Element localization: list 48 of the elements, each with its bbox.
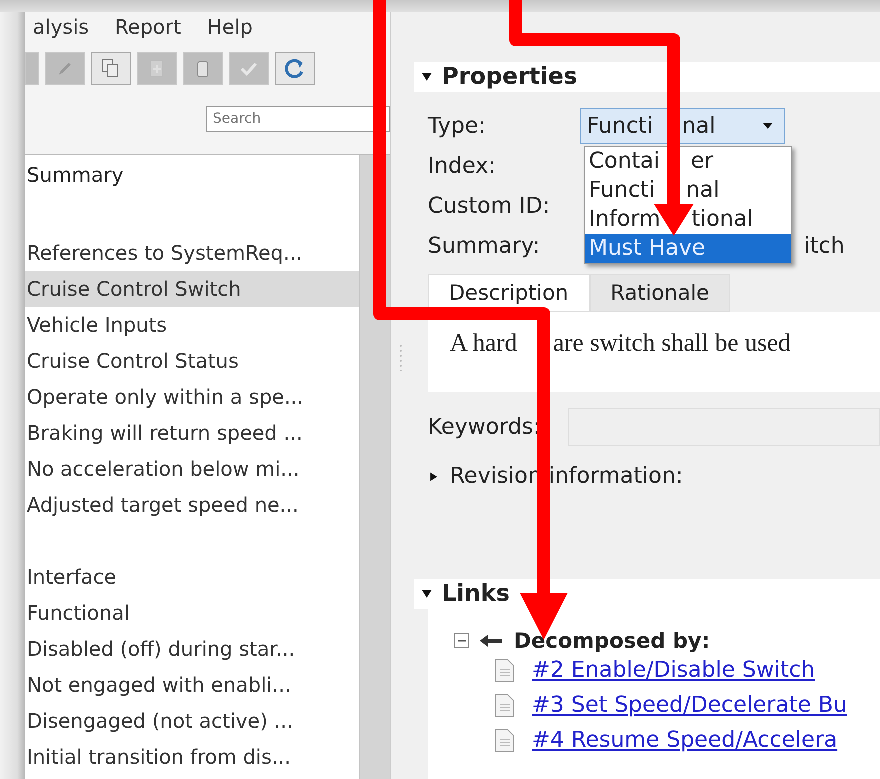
list-item[interactable]: Adjusted target speed ne...	[25, 487, 359, 523]
field-label: Summary:	[428, 234, 542, 258]
field-label: Custom ID:	[428, 194, 552, 218]
document-icon	[494, 658, 516, 684]
list-item[interactable]: Vehicle Inputs	[25, 307, 359, 343]
tab[interactable]: Description	[428, 274, 590, 312]
properties-header[interactable]: Properties	[414, 62, 880, 92]
refresh-tool-button[interactable]	[275, 52, 315, 85]
field-label: Index:	[428, 154, 497, 178]
document-icon	[494, 728, 516, 754]
dropdown-option[interactable]: Inform tional	[585, 205, 791, 234]
expand-triangle-icon	[428, 470, 440, 482]
summary-value: itch	[804, 234, 845, 258]
field-label: Type:	[428, 114, 487, 138]
list-item[interactable]: Functional	[25, 595, 359, 631]
list-item[interactable]: Not engaged with enabli...	[25, 667, 359, 703]
type-dropdown[interactable]: Functi nal	[580, 108, 785, 144]
menu-item[interactable]: alysis	[33, 15, 90, 39]
menu-item[interactable]: Report	[115, 15, 182, 39]
search-field[interactable]: Search	[206, 106, 390, 132]
dropdown-option[interactable]: Must Have	[585, 234, 791, 263]
list-item[interactable]: Interface	[25, 559, 359, 595]
list-item[interactable]: Braking will return speed ...	[25, 415, 359, 451]
dropdown-caret-icon	[762, 122, 774, 130]
list-item[interactable]: No acceleration below mi...	[25, 451, 359, 487]
dropdown-option[interactable]: Functi nal	[585, 176, 791, 205]
tab[interactable]: Rationale	[590, 274, 730, 312]
collapse-box-icon[interactable]	[454, 633, 470, 649]
requirement-link[interactable]: #2 Enable/Disable Switch	[532, 658, 816, 683]
list-item[interactable]: Cruise Control Switch	[25, 271, 359, 307]
link-group-label: Decomposed by:	[514, 629, 710, 653]
requirement-link[interactable]: #3 Set Speed/Decelerate Bu	[532, 693, 848, 718]
links-header[interactable]: Links	[414, 579, 880, 609]
copy-tool-button[interactable]	[91, 52, 131, 85]
field-label: Keywords:	[428, 414, 542, 440]
list-item[interactable]: Operate only within a spe...	[25, 379, 359, 415]
column-header: Summary	[26, 162, 125, 189]
list-item[interactable]: Cruise Control Status	[25, 343, 359, 379]
menu-item[interactable]: Help	[207, 15, 253, 39]
list-item[interactable]: Disengaged (not active) ...	[25, 703, 359, 739]
list-item[interactable]: Initial transition from dis...	[25, 739, 359, 775]
copy-icon	[101, 58, 121, 80]
dropdown-option[interactable]: Contai er	[585, 147, 791, 176]
list-item[interactable]: References to SystemReq...	[25, 235, 359, 271]
description-text: A hard are switch shall be used	[450, 330, 791, 357]
document-icon	[494, 692, 516, 718]
list-item[interactable]: Disabled (off) during star...	[25, 631, 359, 667]
requirement-link[interactable]: #4 Resume Speed/Accelera	[532, 728, 838, 753]
